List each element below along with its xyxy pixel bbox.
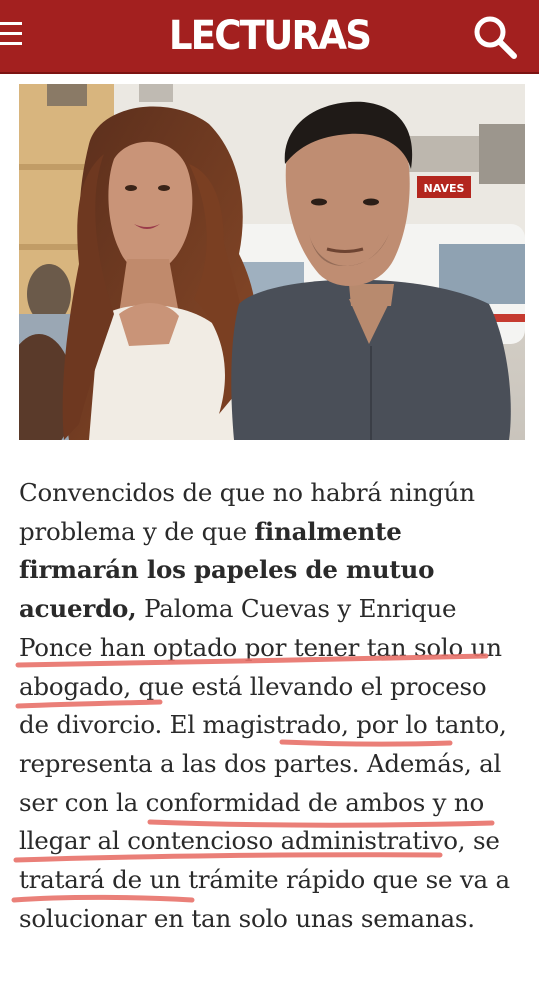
- article-photo: NAVES: [19, 84, 525, 440]
- article-text-main: Paloma Cuevas y Enrique Ponce han optado…: [19, 594, 510, 933]
- brand-logo[interactable]: LECTURAS: [19, 12, 520, 60]
- article-text-intro: Convencidos de que no habrá ningún probl…: [19, 478, 475, 546]
- article-body: Convencidos de que no habrá ningún probl…: [19, 474, 519, 938]
- search-icon[interactable]: [472, 14, 518, 60]
- top-app-bar: LECTURAS: [0, 0, 539, 74]
- photo-sign-text: NAVES: [424, 182, 465, 195]
- article-paragraph: Convencidos de que no habrá ningún probl…: [19, 474, 519, 938]
